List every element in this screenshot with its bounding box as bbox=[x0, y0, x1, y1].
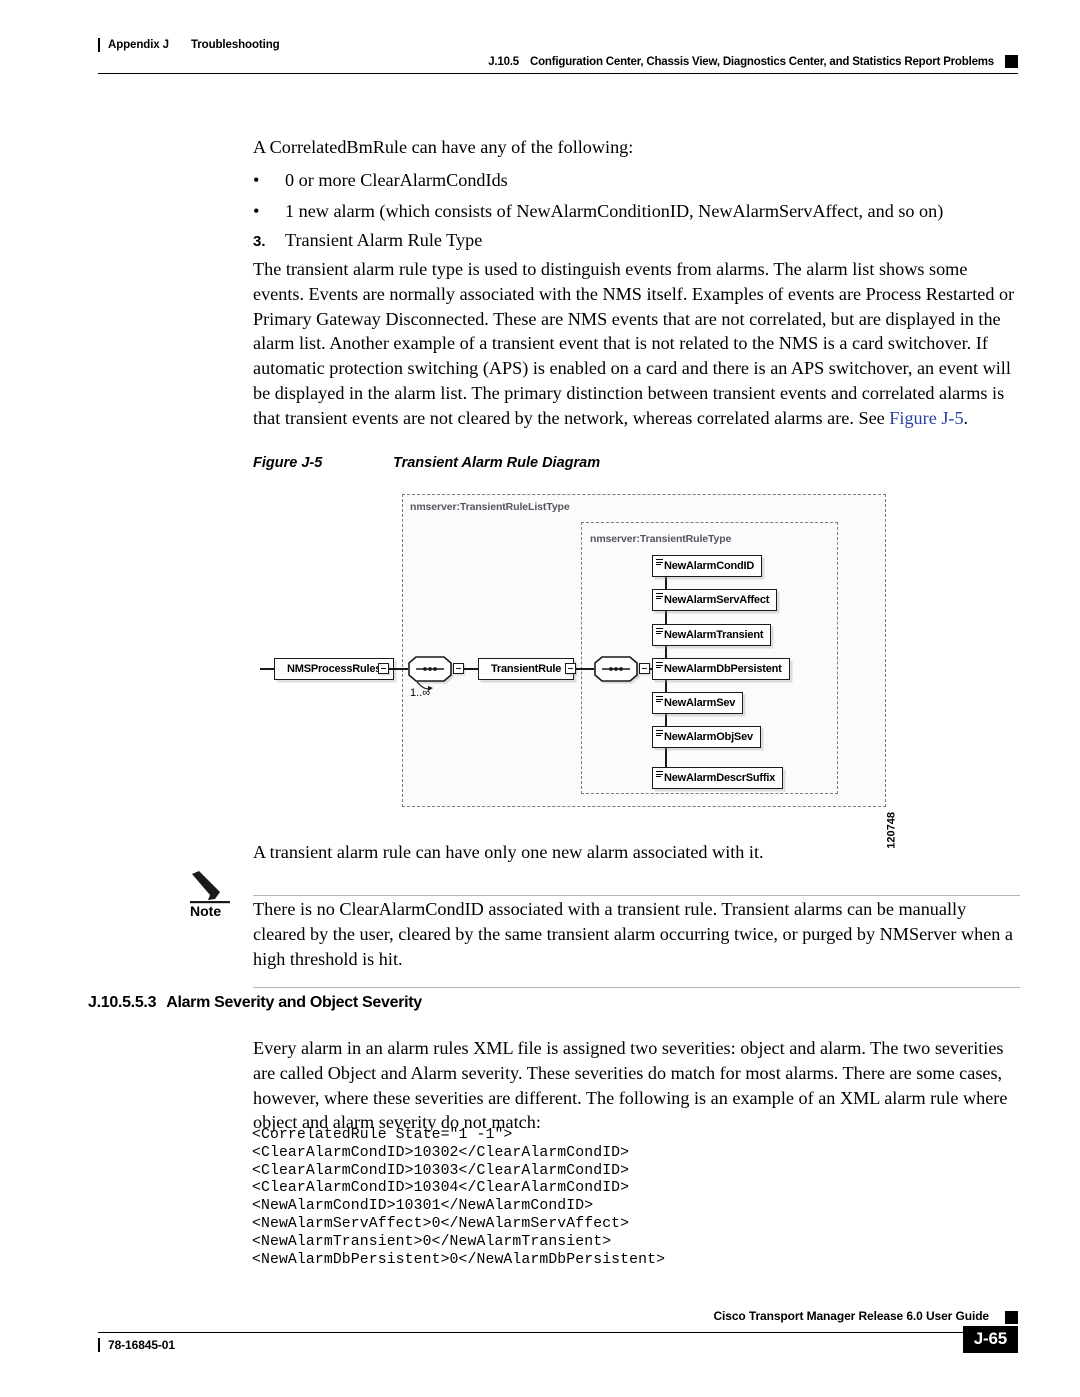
inner-type-label: nmserver:TransientRuleType bbox=[590, 533, 732, 545]
footer-document-number: 78-16845-01 bbox=[108, 1338, 175, 1352]
section-paragraph-block: Every alarm in an alarm rules XML file i… bbox=[253, 1036, 1021, 1135]
transient-rule-paragraph-block: The transient alarm rule type is used to… bbox=[253, 257, 1021, 431]
after-figure-paragraph-block: A transient alarm rule can have only one… bbox=[253, 840, 1021, 865]
element-type-icon bbox=[656, 771, 663, 777]
node-newalarmservaffect[interactable]: NewAlarmServAffect bbox=[652, 589, 778, 611]
header-chapter-label: Troubleshooting bbox=[190, 39, 280, 51]
figure-caption: Figure J-5 Transient Alarm Rule Diagram bbox=[253, 455, 600, 471]
note-divider-bottom bbox=[253, 987, 1020, 988]
sequence-connector-2[interactable] bbox=[594, 656, 638, 682]
page-header: Appendix J Troubleshooting J.10.5 Config… bbox=[0, 0, 1080, 80]
wire-transientrule-to-seq2 bbox=[576, 668, 594, 670]
node-newalarmobjsev-label: NewAlarmObjSev bbox=[664, 731, 753, 743]
header-change-bar bbox=[98, 38, 100, 52]
bullet-list: • 0 or more ClearAlarmCondIds • 1 new al… bbox=[253, 168, 1021, 224]
paragraph-text-tail: . bbox=[963, 407, 969, 428]
element-type-icon bbox=[656, 662, 663, 668]
bullet-icon: • bbox=[253, 170, 260, 190]
wire-root-in bbox=[260, 668, 274, 670]
section-heading-title: Alarm Severity and Object Severity bbox=[166, 994, 422, 1011]
outer-type-label: nmserver:TransientRuleListType bbox=[410, 501, 570, 513]
step-title: Transient Alarm Rule Type bbox=[285, 230, 483, 250]
node-newalarmtransient[interactable]: NewAlarmTransient bbox=[652, 624, 772, 646]
wire-seq1-to-transientrule bbox=[464, 668, 478, 670]
node-newalarmobjsev[interactable]: NewAlarmObjSev bbox=[652, 726, 761, 748]
node-transientrule[interactable]: TransientRule bbox=[478, 658, 575, 680]
xml-code-block: <CorrelatedRule State="1 -1"> <ClearAlar… bbox=[252, 1127, 666, 1268]
header-marker-square bbox=[1005, 55, 1018, 68]
element-type-icon bbox=[656, 628, 663, 634]
node-newalarmsev[interactable]: NewAlarmSev bbox=[652, 692, 744, 714]
transient-rule-paragraph: The transient alarm rule type is used to… bbox=[253, 257, 1021, 431]
numbered-step: 3. Transient Alarm Rule Type bbox=[253, 228, 1021, 255]
node-nmsprocessrules[interactable]: NMSProcessRules bbox=[274, 658, 395, 680]
footer-page-number: J-65 bbox=[962, 1326, 1018, 1353]
note-divider-top bbox=[253, 895, 1020, 896]
footer-left-group: 78-16845-01 bbox=[98, 1338, 175, 1352]
occurrence-label: 1..∞ bbox=[410, 687, 431, 699]
figure-caption-number: Figure J-5 bbox=[253, 455, 323, 471]
footer-divider bbox=[98, 1332, 1018, 1333]
list-item: • 0 or more ClearAlarmCondIds bbox=[253, 168, 1021, 193]
collapse-toggle-transientrule[interactable] bbox=[565, 663, 576, 674]
element-type-icon bbox=[656, 696, 663, 702]
element-type-icon bbox=[656, 730, 663, 736]
collapse-toggle-sequence-2[interactable] bbox=[639, 663, 650, 674]
wire-root-to-seq1 bbox=[389, 668, 408, 670]
node-newalarmsev-label: NewAlarmSev bbox=[664, 697, 736, 709]
bullet-icon: • bbox=[253, 200, 260, 221]
pencil-icon bbox=[190, 870, 234, 904]
note-text: There is no ClearAlarmCondID associated … bbox=[253, 899, 1013, 969]
node-nmsprocessrules-label: NMSProcessRules bbox=[287, 663, 382, 675]
element-type-icon bbox=[656, 559, 663, 565]
node-newalarmtransient-label: NewAlarmTransient bbox=[664, 629, 764, 641]
node-newalarmservaffect-label: NewAlarmServAffect bbox=[664, 594, 770, 606]
collapse-toggle-nmsprocessrules[interactable] bbox=[378, 663, 389, 674]
section-heading-number: J.10.5.5.3 bbox=[88, 994, 157, 1011]
header-divider bbox=[98, 73, 1018, 74]
header-section-number: J.10.5 bbox=[488, 55, 519, 68]
section-paragraph: Every alarm in an alarm rules XML file i… bbox=[253, 1038, 1008, 1133]
header-left-group: Appendix J Troubleshooting bbox=[98, 38, 280, 52]
intro-paragraph-block: A CorrelatedBmRule can have any of the f… bbox=[253, 135, 1021, 160]
node-newalarmdbpersistent-label: NewAlarmDbPersistent bbox=[664, 663, 782, 675]
element-type-icon bbox=[656, 593, 663, 599]
after-figure-paragraph: A transient alarm rule can have only one… bbox=[253, 842, 764, 862]
footer-marker-square bbox=[1005, 1311, 1018, 1324]
header-section-title: Configuration Center, Chassis View, Diag… bbox=[530, 55, 994, 68]
list-item-label: 1 new alarm (which consists of NewAlarmC… bbox=[285, 200, 944, 221]
footer-guide-title: Cisco Transport Manager Release 6.0 User… bbox=[707, 1309, 995, 1323]
paragraph-text: The transient alarm rule type is used to… bbox=[253, 259, 1015, 428]
node-newalarmcondid[interactable]: NewAlarmCondID bbox=[652, 555, 763, 577]
step-number: 3. bbox=[253, 233, 266, 250]
intro-paragraph: A CorrelatedBmRule can have any of the f… bbox=[253, 137, 634, 157]
header-appendix-label: Appendix J bbox=[108, 39, 169, 51]
note-label: Note bbox=[190, 903, 222, 919]
node-transientrule-label: TransientRule bbox=[491, 663, 562, 675]
step-row: 3. Transient Alarm Rule Type bbox=[253, 228, 1021, 255]
list-item: • 1 new alarm (which consists of NewAlar… bbox=[253, 199, 1021, 224]
figure-j5-crossref-link[interactable]: Figure J-5 bbox=[889, 408, 963, 428]
section-heading: J.10.5.5.3 Alarm Severity and Object Sev… bbox=[88, 994, 422, 1012]
collapse-toggle-sequence-1[interactable] bbox=[453, 663, 464, 674]
list-item-label: 0 or more ClearAlarmCondIds bbox=[285, 170, 508, 190]
node-newalarmcondid-label: NewAlarmCondID bbox=[664, 560, 755, 572]
figure-caption-title: Transient Alarm Rule Diagram bbox=[393, 455, 601, 471]
header-right-group: J.10.5 Configuration Center, Chassis Vie… bbox=[482, 55, 1018, 68]
node-newalarmdescrsuffix[interactable]: NewAlarmDescrSuffix bbox=[652, 767, 784, 789]
transient-alarm-rule-diagram: nmserver:TransientRuleListType nmserver:… bbox=[260, 489, 898, 849]
node-newalarmdbpersistent[interactable]: NewAlarmDbPersistent bbox=[652, 658, 790, 680]
node-newalarmdescrsuffix-label: NewAlarmDescrSuffix bbox=[664, 772, 776, 784]
footer-change-bar bbox=[98, 1338, 100, 1352]
